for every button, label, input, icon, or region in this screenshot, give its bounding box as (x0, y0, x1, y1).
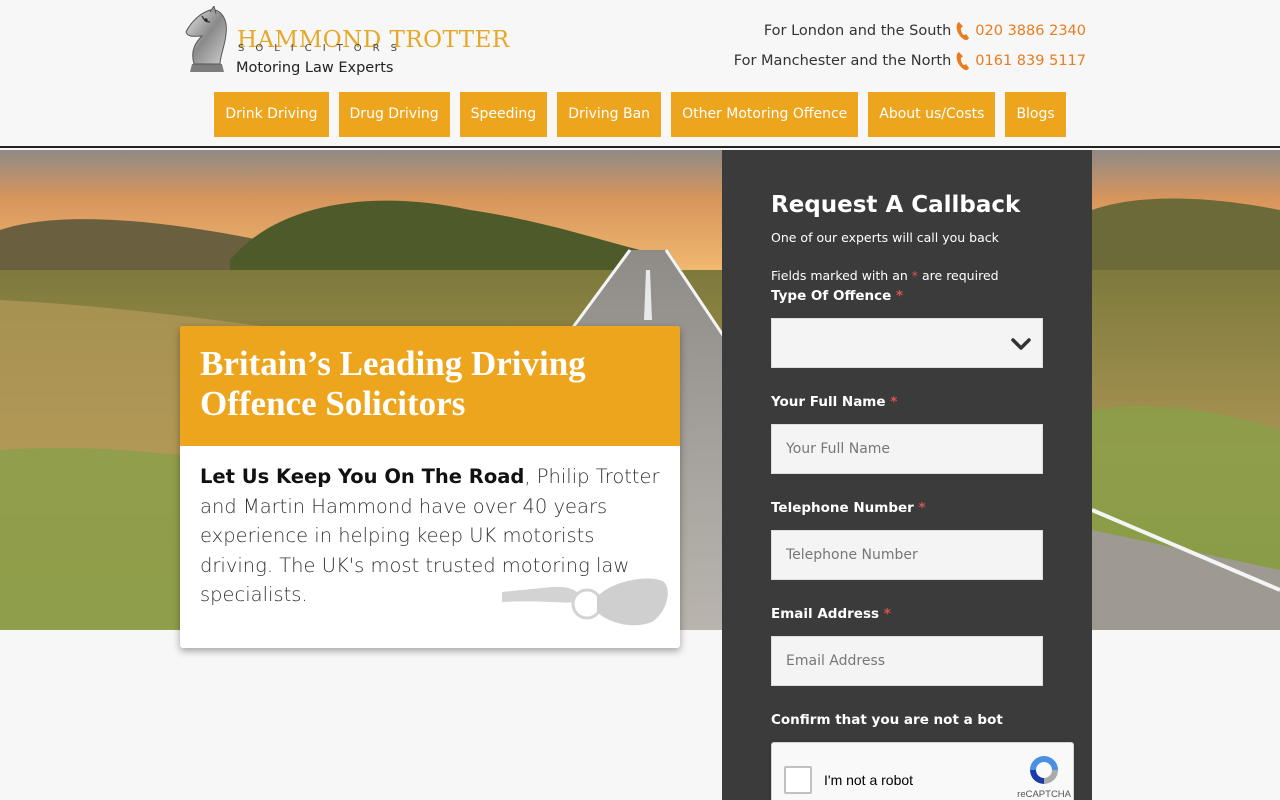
brand-subtitle: SOLICITORS (238, 43, 408, 54)
required-prefix: Fields marked with an (771, 268, 908, 283)
required-star: * (896, 288, 904, 304)
callback-form-panel: Request A Callback One of our experts wi… (722, 150, 1092, 800)
offence-label: Type Of Offence * (771, 288, 903, 304)
recaptcha-label: I'm not a robot (824, 772, 914, 788)
knight-chess-icon (185, 6, 227, 72)
phone-link[interactable]: 020 3886 2340 (975, 19, 1086, 43)
name-field-wrapper (771, 424, 1043, 474)
nav-drug-driving[interactable]: Drug Driving (338, 92, 450, 137)
nav-speeding[interactable]: Speeding (459, 92, 548, 137)
hero-card-header: Britain’s Leading Driving Offence Solici… (180, 326, 680, 446)
phone-icon (956, 22, 970, 41)
contact-label: For London and the South (763, 23, 952, 39)
phone-icon (956, 52, 970, 71)
brand-tagline: Motoring Law Experts (236, 60, 394, 76)
email-label: Email Address * (771, 606, 891, 622)
main-nav: Drink Driving Drug Driving Speeding Driv… (0, 92, 1280, 137)
hero-strong-text: Let Us Keep You On The Road (200, 465, 525, 488)
required-note: Fields marked with an * are required (771, 268, 999, 283)
required-star: * (890, 394, 898, 410)
phone-label-text: Telephone Number (771, 500, 914, 516)
hero-card: Britain’s Leading Driving Offence Solici… (180, 326, 680, 648)
email-field-wrapper (771, 636, 1043, 686)
nav-blogs[interactable]: Blogs (1005, 92, 1066, 137)
offence-select[interactable] (771, 318, 1043, 368)
bot-check-label: Confirm that you are not a bot (771, 712, 1003, 728)
required-star: * (911, 268, 919, 283)
email-input[interactable] (772, 637, 1042, 685)
hero-title-line: Britain’s Leading Driving (200, 344, 586, 383)
required-suffix: are required (922, 268, 999, 283)
contact-london: For London and the South 020 3886 2340 (734, 16, 1086, 46)
contact-numbers: For London and the South 020 3886 2340 F… (734, 16, 1086, 76)
required-star: * (883, 606, 891, 622)
contact-manchester: For Manchester and the North 0161 839 51… (734, 46, 1086, 76)
phone-link[interactable]: 0161 839 5117 (975, 49, 1086, 73)
phone-field-wrapper (771, 530, 1043, 580)
contact-label: For Manchester and the North (733, 53, 952, 69)
required-star: * (918, 500, 926, 516)
name-label-text: Your Full Name (771, 394, 886, 410)
form-subtitle: One of our experts will call you back (771, 230, 999, 245)
recaptcha-widget: I'm not a robot reCAPTCHA (771, 742, 1074, 800)
nav-about-costs[interactable]: About us/Costs (868, 92, 996, 137)
site-logo[interactable]: HAMMOND TROTTER SOLICITORS Motoring Law … (180, 6, 509, 80)
email-label-text: Email Address (771, 606, 880, 622)
offence-label-text: Type Of Offence (771, 288, 892, 304)
recaptcha-brand: reCAPTCHA (1017, 789, 1071, 800)
form-title: Request A Callback (771, 192, 1021, 218)
recaptcha-checkbox[interactable] (784, 766, 812, 794)
chevron-down-icon (1011, 338, 1031, 350)
hero-title: Britain’s Leading Driving Offence Solici… (200, 344, 660, 424)
name-label: Your Full Name * (771, 394, 897, 410)
recaptcha-logo-icon (1030, 756, 1058, 784)
phone-label: Telephone Number * (771, 500, 926, 516)
nav-driving-ban[interactable]: Driving Ban (557, 92, 662, 137)
site-header: HAMMOND TROTTER SOLICITORS Motoring Law … (0, 0, 1280, 148)
nav-other-offence[interactable]: Other Motoring Offence (671, 92, 859, 137)
full-name-input[interactable] (772, 425, 1042, 473)
nav-drink-driving[interactable]: Drink Driving (214, 92, 329, 137)
telephone-input[interactable] (772, 531, 1042, 579)
car-keys-icon (502, 578, 668, 626)
hero-title-line: Offence Solicitors (200, 384, 466, 423)
